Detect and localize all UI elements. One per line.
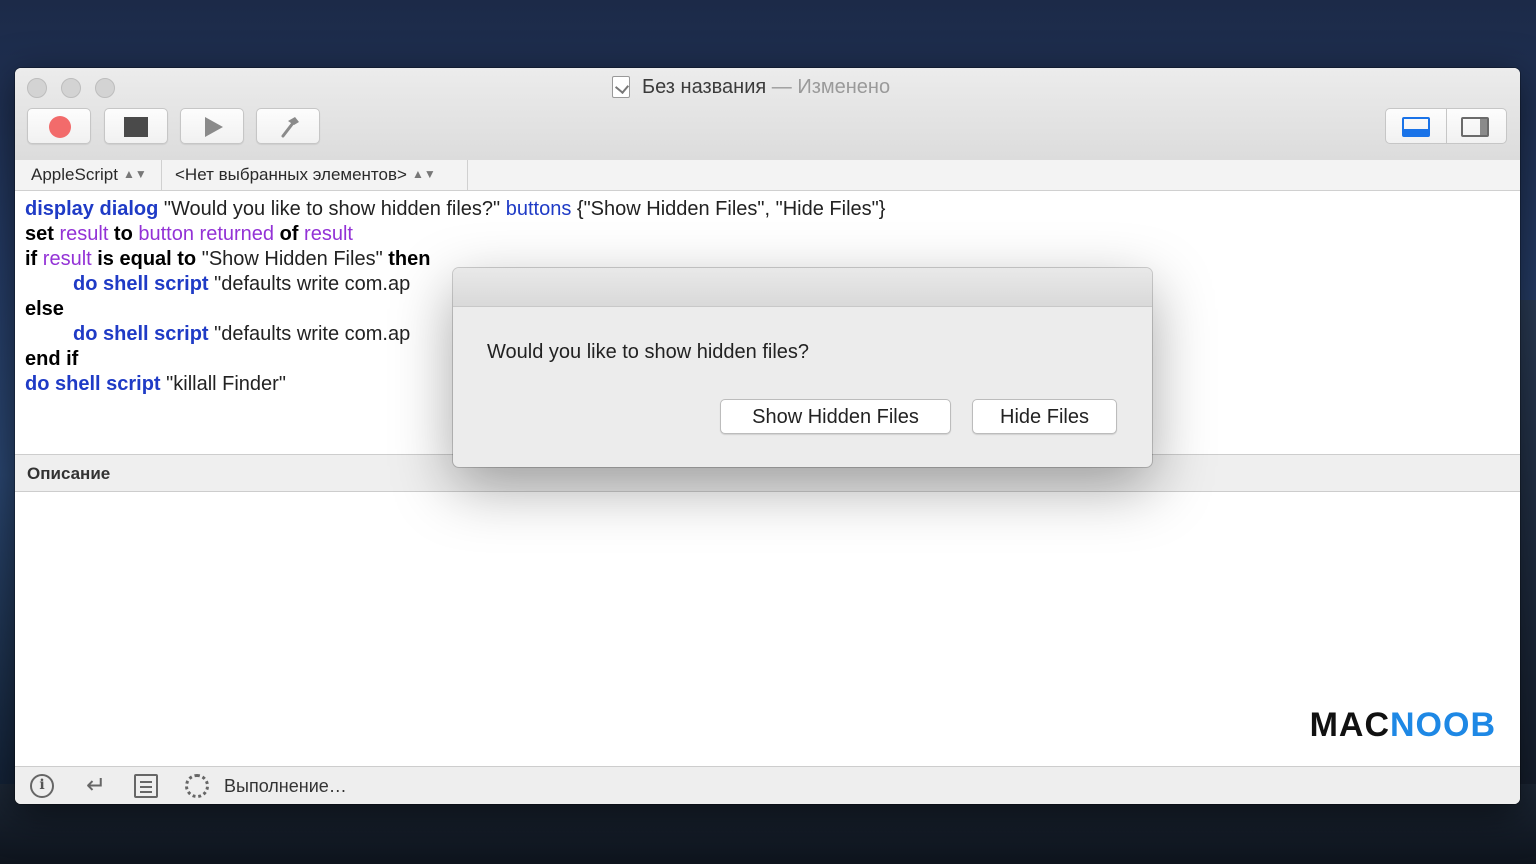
code-keyword: if (25, 248, 43, 270)
code-keyword: do shell script (73, 273, 209, 295)
bottom-pane-icon[interactable] (1402, 117, 1430, 137)
language-popup[interactable]: AppleScript ▲▼ (31, 165, 147, 185)
code-property: button returned (138, 223, 275, 245)
record-button[interactable] (27, 108, 91, 144)
code-variable: result (304, 223, 353, 245)
code-variable: result (42, 248, 92, 270)
view-toggle-divider (1446, 109, 1447, 143)
code-line: display dialog "Would you like to show h… (25, 197, 885, 221)
chevron-updown-icon: ▲▼ (411, 167, 436, 181)
show-hidden-files-button[interactable]: Show Hidden Files (720, 399, 951, 434)
code-string: "defaults write com.ap (208, 273, 411, 295)
nav-divider (467, 160, 468, 190)
return-icon[interactable]: ↵ (84, 774, 108, 798)
code-keyword: is equal to (91, 248, 202, 270)
record-icon (49, 116, 71, 138)
zoom-button[interactable] (95, 78, 115, 98)
dialog-message: Would you like to show hidden files? (487, 341, 810, 363)
titlebar: Без названия — Изменено (15, 68, 1520, 161)
status-text: Выполнение… (224, 776, 347, 796)
view-toggle (1385, 108, 1507, 144)
code-line: end if (25, 347, 78, 371)
elements-popup[interactable]: <Нет выбранных элементов> ▲▼ (175, 165, 436, 185)
language-label: AppleScript (31, 165, 118, 184)
chevron-updown-icon: ▲▼ (122, 167, 147, 181)
code-line: do shell script "killall Finder" (25, 372, 286, 396)
logo-part2: NOOB (1390, 706, 1496, 744)
code-keyword: end if (25, 348, 79, 370)
code-line: else (25, 297, 64, 321)
close-button[interactable] (27, 78, 47, 98)
hammer-icon (281, 117, 299, 138)
code-keyword: do shell script (25, 373, 161, 395)
code-keyword: do shell script (73, 323, 209, 345)
navigation-bar: AppleScript ▲▼ <Нет выбранных элементов> ▲… (15, 160, 1520, 191)
description-pane[interactable] (15, 492, 1520, 766)
hide-files-button[interactable]: Hide Files (972, 399, 1117, 434)
code-keyword: to (108, 223, 139, 245)
status-bar: i ↵ Выполнение… (15, 766, 1520, 804)
code-keyword: else (25, 298, 64, 320)
alert-dialog: Would you like to show hidden files? Sho… (453, 268, 1152, 467)
window-title: Без названия — Изменено (642, 76, 890, 99)
macnoob-logo: MACNOOB (1310, 706, 1496, 745)
code-keyword: set (25, 223, 60, 245)
document-icon (612, 76, 630, 98)
compile-button[interactable] (256, 108, 320, 144)
code-line: if result is equal to "Show Hidden Files… (25, 247, 430, 271)
info-icon[interactable]: i (30, 774, 54, 798)
code-string: "Would you like to show hidden files?" (158, 198, 506, 220)
stop-button[interactable] (104, 108, 168, 144)
code-string: "defaults write com.ap (208, 323, 411, 345)
code-line: do shell script "defaults write com.ap (73, 322, 410, 346)
code-variable: result (59, 223, 109, 245)
window-title-name: Без названия (642, 76, 767, 98)
play-icon (205, 117, 223, 137)
code-keyword: then (388, 248, 431, 270)
code-string: "Show Hidden Files" (201, 248, 389, 270)
dialog-titlebar (453, 268, 1152, 307)
code-parameter: buttons (505, 198, 572, 220)
code-keyword: display dialog (25, 198, 159, 220)
description-label: Описание (27, 464, 111, 483)
code-line: do shell script "defaults write com.ap (73, 272, 410, 296)
minimize-button[interactable] (61, 78, 81, 98)
stop-icon (124, 117, 148, 137)
nav-divider (161, 160, 162, 190)
code-string: "killall Finder" (160, 373, 286, 395)
logo-part1: MAC (1309, 706, 1390, 744)
code-line: set result to button returned of result (25, 222, 353, 246)
window-title-status: Изменено (797, 76, 891, 98)
code-text: {"Show Hidden Files", "Hide Files"} (571, 198, 886, 220)
side-pane-icon[interactable] (1461, 117, 1489, 137)
code-keyword: of (274, 223, 305, 245)
spinner-icon (185, 774, 209, 798)
list-icon[interactable] (134, 774, 158, 798)
run-button[interactable] (180, 108, 244, 144)
window-title-separator: — (771, 76, 792, 98)
elements-label: <Нет выбранных элементов> (175, 165, 407, 184)
